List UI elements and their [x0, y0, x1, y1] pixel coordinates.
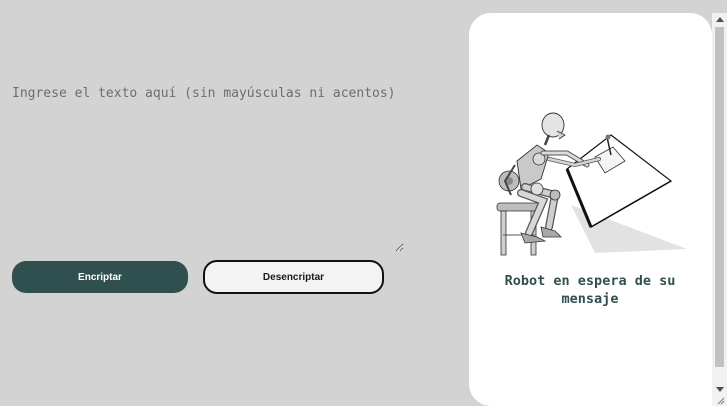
output-panel: Robot en espera de su mensaje [469, 13, 712, 406]
message-textarea[interactable] [6, 80, 404, 252]
page-scrollbar[interactable] [712, 13, 727, 406]
scroll-down-icon[interactable] [716, 387, 724, 392]
scroll-up-icon[interactable] [716, 17, 724, 22]
scroll-thumb[interactable] [715, 27, 724, 367]
robot-drawing-icon [491, 109, 687, 259]
page: Encriptar Desencriptar [0, 0, 727, 406]
resize-grip-icon[interactable] [717, 397, 725, 405]
encrypt-button[interactable]: Encriptar [12, 261, 188, 293]
waiting-message: Robot en espera de su mensaje [504, 273, 676, 307]
decrypt-button[interactable]: Desencriptar [203, 260, 384, 294]
